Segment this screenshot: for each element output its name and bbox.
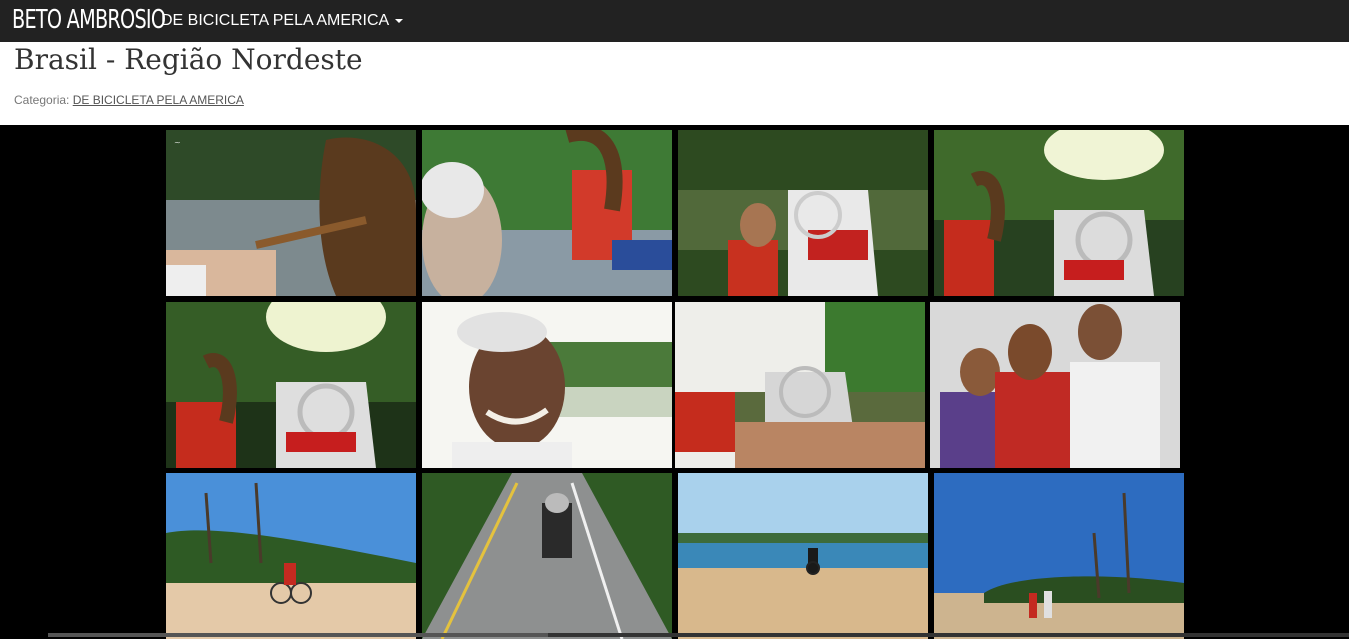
site-brand-logo[interactable]: BETO AMBROSIO xyxy=(12,1,166,39)
page-header: Brasil - Região Nordeste Categoria: DE B… xyxy=(0,42,1349,125)
gallery-photo[interactable] xyxy=(166,473,416,639)
gallery-photo[interactable] xyxy=(422,130,672,296)
category-label: Categoria: xyxy=(14,93,70,107)
gallery-photo[interactable]: ~ xyxy=(166,130,416,296)
gallery-photo[interactable] xyxy=(422,302,672,468)
gallery-photo[interactable] xyxy=(675,302,925,468)
page-title: Brasil - Região Nordeste xyxy=(14,43,363,76)
top-navbar: BETO AMBROSIO DE BICICLETA PELA AMERICA xyxy=(0,0,1349,42)
horizontal-scrollbar[interactable] xyxy=(48,633,1349,637)
gallery-photo[interactable] xyxy=(934,130,1184,296)
photo-gallery: ~ xyxy=(166,130,1184,639)
gallery-photo[interactable] xyxy=(166,302,416,468)
scrollbar-thumb[interactable] xyxy=(48,633,548,637)
nav-menu-dropdown[interactable]: DE BICICLETA PELA AMERICA xyxy=(161,0,404,42)
caret-down-icon xyxy=(395,18,404,23)
gallery-photo[interactable] xyxy=(930,302,1180,468)
gallery-photo[interactable] xyxy=(422,473,672,639)
gallery-photo[interactable] xyxy=(678,473,928,639)
gallery-photo[interactable] xyxy=(678,130,928,296)
category-line: Categoria: DE BICICLETA PELA AMERICA xyxy=(14,93,244,107)
photo-watermark: ~ xyxy=(174,138,181,147)
nav-menu-label: DE BICICLETA PELA AMERICA xyxy=(161,12,390,29)
category-link[interactable]: DE BICICLETA PELA AMERICA xyxy=(73,93,244,107)
gallery-photo[interactable] xyxy=(934,473,1184,639)
